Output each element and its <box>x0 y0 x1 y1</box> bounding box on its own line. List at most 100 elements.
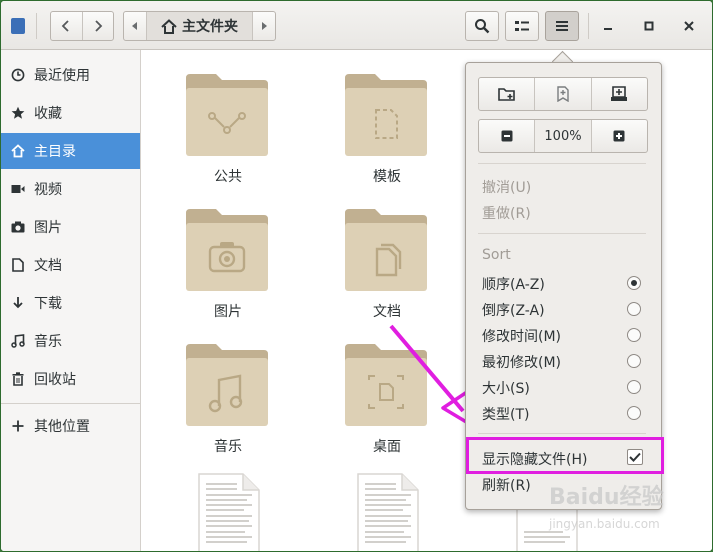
sidebar-item-label: 视频 <box>34 182 62 198</box>
sort-z-a-radio[interactable] <box>627 302 641 316</box>
plus-icon <box>10 418 26 434</box>
zoom-in-button[interactable] <box>590 120 647 152</box>
zoom-level[interactable]: 100% <box>534 120 591 152</box>
folder-label: 模板 <box>373 169 401 185</box>
forward-button[interactable] <box>81 12 114 40</box>
sidebar-item-other-locations[interactable]: 其他位置 <box>1 408 140 444</box>
new-tab-icon <box>611 86 628 101</box>
sort-first-modified-radio[interactable] <box>627 354 641 368</box>
chevron-left-icon <box>61 20 69 32</box>
folder-music[interactable]: 音乐 <box>178 342 278 462</box>
text-document-icon[interactable] <box>356 472 420 552</box>
sidebar-item-starred[interactable]: 收藏 <box>1 95 140 131</box>
trash-icon <box>10 371 26 387</box>
header-separator <box>36 13 37 39</box>
list-view-icon <box>515 21 529 31</box>
sort-option-z-a[interactable]: 倒序(Z-A) <box>482 300 545 320</box>
sidebar-item-label: 其他位置 <box>34 419 90 435</box>
documents-folder-icon <box>345 209 427 291</box>
sidebar-item-label: 主目录 <box>34 144 76 160</box>
header-bar: 主文件夹 <box>1 1 712 50</box>
zoom-in-icon <box>613 130 625 142</box>
sidebar-item-home[interactable]: 主目录 <box>1 133 140 169</box>
text-document-icon[interactable] <box>197 472 261 552</box>
triangle-left-icon <box>132 22 137 30</box>
menu-separator <box>478 163 646 164</box>
sidebar-item-label: 图片 <box>34 220 62 236</box>
sort-a-z-radio[interactable] <box>627 276 641 290</box>
annotation-highlight-box <box>466 437 664 474</box>
clock-icon <box>10 67 26 83</box>
video-icon <box>10 181 26 197</box>
sort-type-radio[interactable] <box>627 406 641 420</box>
sidebar-item-label: 收藏 <box>34 106 62 122</box>
new-tab-button[interactable] <box>590 78 647 110</box>
share-folder-icon <box>186 74 268 156</box>
zoom-group: 100% <box>478 119 648 153</box>
sort-option-first-modified[interactable]: 最初修改(M) <box>482 352 561 372</box>
sidebar-item-label: 文档 <box>34 258 62 274</box>
template-folder-icon <box>345 74 427 156</box>
undo-item[interactable]: 撤消(U) <box>482 177 531 197</box>
close-button[interactable] <box>678 15 700 37</box>
menu-button[interactable] <box>545 11 579 41</box>
sidebar-item-pictures[interactable]: 图片 <box>1 209 140 245</box>
refresh-item[interactable]: 刷新(R) <box>482 475 531 495</box>
zoom-out-button[interactable] <box>479 120 534 152</box>
folder-label: 音乐 <box>214 439 242 455</box>
sidebar: 最近使用 收藏 主目录 视频 图片 文档 下载 音乐 回收站 其他位置 <box>1 50 141 551</box>
camera-icon <box>10 219 26 235</box>
bookmark-button[interactable] <box>534 78 590 110</box>
path-scroll-left-button[interactable] <box>124 12 147 40</box>
folder-label: 图片 <box>214 304 242 320</box>
sidebar-item-trash[interactable]: 回收站 <box>1 361 140 397</box>
sidebar-item-label: 音乐 <box>34 334 62 350</box>
sidebar-item-documents[interactable]: 文档 <box>1 247 140 283</box>
folder-templates[interactable]: 模板 <box>337 72 437 192</box>
zoom-out-icon <box>501 130 513 142</box>
sort-option-size[interactable]: 大小(S) <box>482 378 530 398</box>
pictures-folder-icon <box>186 209 268 291</box>
folder-pictures[interactable]: 图片 <box>178 207 278 327</box>
sort-size-radio[interactable] <box>627 380 641 394</box>
path-scroll-right-button[interactable] <box>252 12 275 40</box>
triangle-right-icon <box>262 22 267 30</box>
sort-option-a-z[interactable]: 顺序(A-Z) <box>482 274 545 294</box>
folder-label: 公共 <box>214 169 242 185</box>
minimize-button[interactable] <box>597 15 619 37</box>
search-button[interactable] <box>465 11 499 41</box>
folder-label: 桌面 <box>373 439 401 455</box>
new-folder-icon <box>497 88 515 101</box>
maximize-button[interactable] <box>638 15 660 37</box>
download-icon <box>10 295 26 311</box>
home-icon <box>10 143 26 159</box>
sort-option-modified[interactable]: 修改时间(M) <box>482 326 561 346</box>
path-label: 主文件夹 <box>182 19 238 35</box>
hamburger-menu-icon <box>556 21 568 31</box>
sidebar-item-videos[interactable]: 视频 <box>1 171 140 207</box>
folder-public[interactable]: 公共 <box>178 72 278 192</box>
redo-item[interactable]: 重做(R) <box>482 203 531 223</box>
navigation-buttons <box>50 11 114 41</box>
music-icon <box>10 333 26 349</box>
sidebar-item-label: 回收站 <box>34 372 76 388</box>
baidu-watermark: Baidu经验 jingyan.baidu.com <box>549 479 709 545</box>
file-manager-window: 主文件夹 最近使用 收藏 主目录 视频 图片 文档 下载 音乐 回收站 其他位置… <box>0 0 713 552</box>
header-separator <box>588 13 589 39</box>
sort-modified-radio[interactable] <box>627 328 641 342</box>
sort-option-type[interactable]: 类型(T) <box>482 404 529 424</box>
search-icon <box>475 19 490 34</box>
sidebar-item-music[interactable]: 音乐 <box>1 323 140 359</box>
bookmark-add-icon <box>557 86 569 102</box>
menu-separator <box>478 233 646 234</box>
music-folder-icon <box>186 344 268 426</box>
sidebar-item-recent[interactable]: 最近使用 <box>1 57 140 93</box>
folder-documents[interactable]: 文档 <box>337 207 437 327</box>
back-button[interactable] <box>51 12 82 40</box>
star-icon <box>10 105 26 121</box>
path-home-button[interactable]: 主文件夹 <box>147 12 252 40</box>
view-toggle-button[interactable] <box>505 11 539 41</box>
sidebar-item-label: 下载 <box>34 296 62 312</box>
new-folder-button[interactable] <box>479 78 534 110</box>
sidebar-item-downloads[interactable]: 下载 <box>1 285 140 321</box>
